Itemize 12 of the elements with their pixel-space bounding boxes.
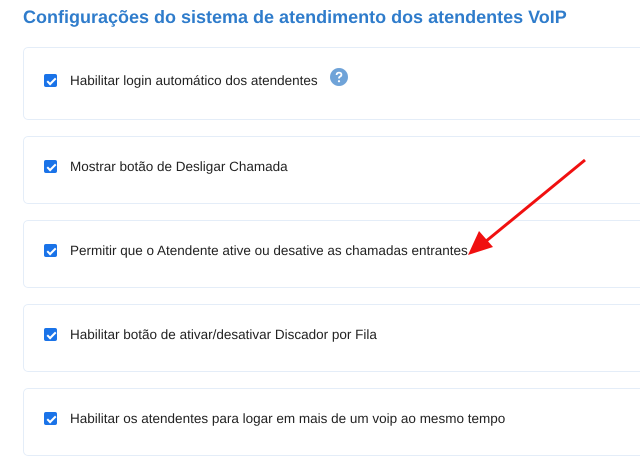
section-title: Configurações do sistema de atendimento dos atendentes VoIP <box>23 6 568 28</box>
checkbox[interactable] <box>44 412 57 425</box>
option-label: Habilitar botão de ativar/desativar Discador por Fila <box>70 327 377 342</box>
option-label: Mostrar botão de Desligar Chamada <box>70 159 288 174</box>
checkbox[interactable] <box>44 244 57 257</box>
checkbox[interactable] <box>44 74 57 87</box>
checkbox[interactable] <box>44 328 57 341</box>
help-icon[interactable] <box>330 68 348 86</box>
checkbox[interactable] <box>44 160 57 173</box>
option-label: Habilitar os atendentes para logar em mais de um voip ao mesmo tempo <box>70 411 506 426</box>
option-label: Habilitar login automático dos atendentes <box>70 73 318 88</box>
option-label: Permitir que o Atendente ative ou desative as chamadas entrantes <box>70 243 468 258</box>
